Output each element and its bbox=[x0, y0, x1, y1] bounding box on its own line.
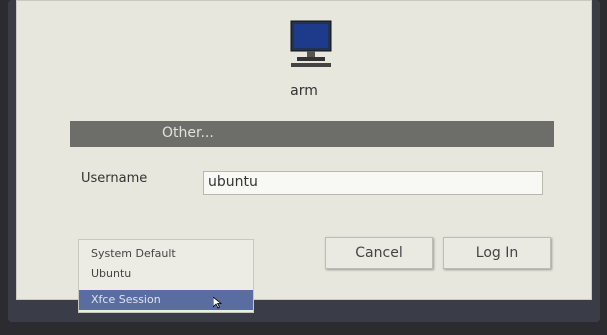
mouse-pointer-icon bbox=[213, 297, 223, 309]
cancel-button[interactable]: Cancel bbox=[325, 237, 433, 269]
session-item-system-default[interactable]: System Default bbox=[79, 244, 253, 264]
session-menu: System Default Ubuntu Xfce Session bbox=[78, 239, 254, 313]
login-dialog: arm Other... Username ubuntu Cancel Log … bbox=[16, 0, 592, 313]
username-label: Username bbox=[81, 171, 148, 186]
login-button[interactable]: Log In bbox=[443, 237, 551, 269]
hostname-label: arm bbox=[290, 83, 318, 99]
user-list-selected[interactable]: Other... bbox=[70, 121, 554, 147]
session-item-xfce-session[interactable]: Xfce Session bbox=[79, 290, 253, 310]
screen: arm Other... Username ubuntu Cancel Log … bbox=[8, 0, 600, 322]
user-list-selected-label: Other... bbox=[162, 125, 214, 141]
session-item-ubuntu[interactable]: Ubuntu bbox=[79, 264, 253, 284]
username-input[interactable]: ubuntu bbox=[203, 171, 543, 195]
computer-icon bbox=[290, 20, 332, 67]
